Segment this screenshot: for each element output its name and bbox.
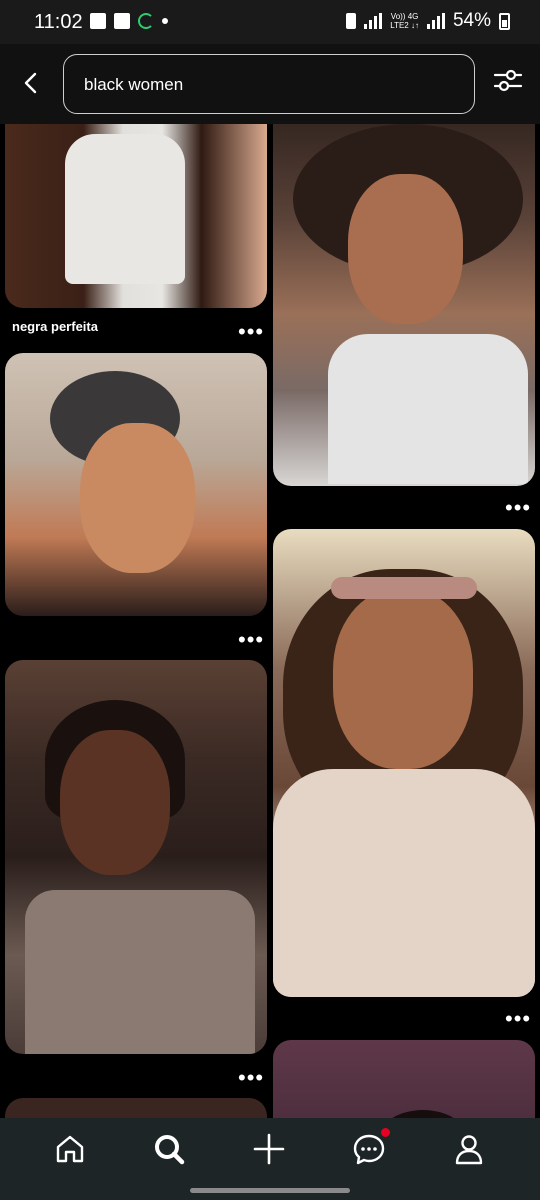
messages-icon[interactable] bbox=[352, 1132, 386, 1166]
more-notifications-icon bbox=[162, 18, 168, 24]
gesture-bar[interactable] bbox=[190, 1188, 350, 1193]
pin-image[interactable] bbox=[273, 124, 535, 486]
battery-percent: 54% bbox=[452, 10, 491, 31]
sync-icon bbox=[138, 13, 154, 29]
more-options-icon[interactable]: ••• bbox=[238, 629, 264, 651]
battery-icon bbox=[499, 12, 510, 30]
status-bar: 11:02 Vo)) 4G LTE2 ↓↑ 54% bbox=[0, 0, 540, 44]
pin-image[interactable] bbox=[273, 1040, 535, 1118]
search-query: black women bbox=[84, 75, 184, 94]
notification-icons bbox=[90, 13, 168, 29]
create-icon[interactable] bbox=[252, 1132, 286, 1166]
more-options-icon[interactable]: ••• bbox=[238, 1067, 264, 1089]
profile-icon[interactable] bbox=[452, 1132, 486, 1166]
search-input[interactable]: black women bbox=[63, 54, 475, 114]
signal-icon-2 bbox=[426, 13, 445, 29]
pin-image[interactable] bbox=[5, 124, 267, 308]
home-icon[interactable] bbox=[53, 1132, 87, 1166]
more-options-icon[interactable]: ••• bbox=[505, 1008, 531, 1030]
pin-image[interactable] bbox=[5, 1098, 267, 1118]
pin-image[interactable] bbox=[5, 353, 267, 616]
signal-icon bbox=[364, 13, 383, 29]
search-icon[interactable] bbox=[152, 1132, 186, 1166]
gallery-icon bbox=[90, 13, 106, 29]
more-options-icon[interactable]: ••• bbox=[238, 321, 264, 343]
filter-icon[interactable] bbox=[492, 66, 524, 98]
pin-image[interactable] bbox=[5, 660, 267, 1054]
facebook-icon bbox=[114, 13, 130, 29]
clock: 11:02 bbox=[34, 11, 83, 33]
notification-dot bbox=[381, 1128, 390, 1137]
search-header: black women bbox=[0, 44, 540, 124]
back-arrow-icon[interactable] bbox=[18, 70, 44, 96]
more-options-icon[interactable]: ••• bbox=[505, 497, 531, 519]
system-icons: Vo)) 4G LTE2 ↓↑ 54% bbox=[346, 10, 510, 32]
pin-caption[interactable]: negra perfeita bbox=[12, 319, 98, 334]
battery-saver-icon bbox=[346, 13, 357, 29]
network-type: Vo)) 4G LTE2 ↓↑ bbox=[390, 12, 419, 30]
pin-image[interactable] bbox=[273, 529, 535, 997]
pin-feed[interactable]: negra perfeita ••• ••• ••• ••• ••• bbox=[0, 124, 540, 1118]
